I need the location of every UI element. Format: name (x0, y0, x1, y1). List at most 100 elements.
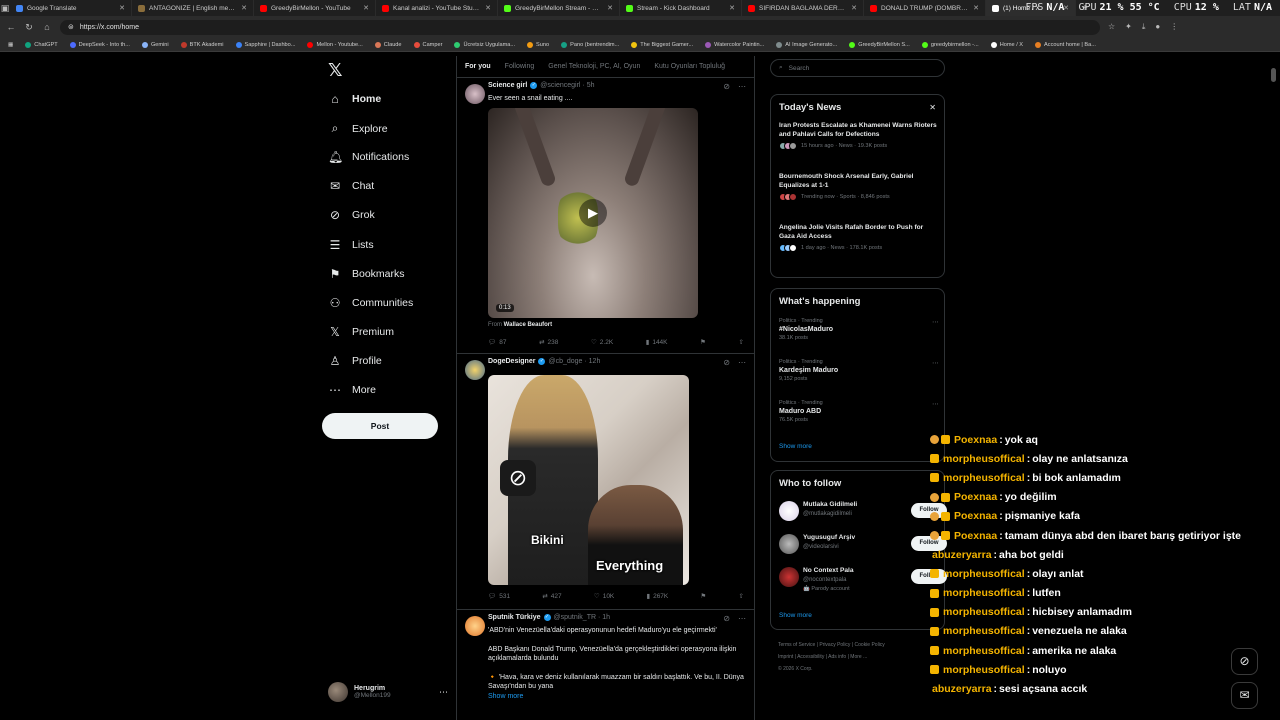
bookmark-item[interactable]: GreedyBirMellon S... (849, 41, 910, 48)
bookmark-item[interactable]: greedybirmellon -... (921, 41, 979, 48)
like-button[interactable]: ♡ 2.2K (591, 338, 613, 346)
x-logo[interactable]: 𝕏 (328, 60, 343, 81)
avatar[interactable] (779, 567, 799, 587)
chat-username[interactable]: morpheusoffical (943, 645, 1025, 657)
footer-link[interactable]: Imprint (778, 654, 793, 660)
source-name[interactable]: Wallace Beaufort (504, 322, 552, 328)
nav-item-more[interactable]: ⋯ More (328, 383, 376, 397)
follow-suggestion[interactable]: No Context Pala @nocontextpala Follow 🤖 Par… (779, 565, 947, 593)
nav-item-notifications[interactable]: 🔔︎ Notifications (328, 150, 409, 164)
footer-link[interactable]: Ads info (828, 654, 846, 660)
close-icon[interactable]: ✕ (851, 4, 857, 12)
avatar[interactable] (465, 360, 485, 380)
more-icon[interactable]: ⋯ (932, 318, 939, 326)
messages-float-icon[interactable]: ✉ (1231, 682, 1258, 709)
bookmark-item[interactable]: DeepSeek - Into th... (69, 41, 130, 48)
tab-menu-icon[interactable]: ▣ (0, 3, 10, 14)
chat-username[interactable]: morpheusoffical (943, 453, 1025, 465)
post-sputnik[interactable]: Sputnik Türkiye ✓ @sputnik_TR · 1h ⊘ ⋯ '… (457, 610, 754, 720)
footer-link[interactable]: More ... (850, 654, 867, 660)
tab-community-tech[interactable]: Genel Teknoloji, PC, AI, Oyun (548, 63, 640, 70)
news-item[interactable]: Iran Protests Escalate as Khamenei Warns… (779, 121, 939, 150)
back-icon[interactable]: ← (6, 22, 16, 32)
bookmark-item[interactable]: BTK Akademi (180, 41, 224, 48)
bookmark-item[interactable]: Home / X (990, 41, 1023, 48)
avatar[interactable] (465, 84, 485, 104)
views-button[interactable]: ▮ 144K (646, 338, 668, 346)
menu-icon[interactable]: ⋮ (1170, 22, 1178, 32)
bookmark-item[interactable]: Gemini (141, 41, 169, 48)
views-button[interactable]: ▮ 267K (647, 592, 669, 600)
bookmark-item[interactable]: ChatGPT (25, 41, 58, 48)
reply-button[interactable]: 💬︎ 531 (488, 592, 510, 600)
bookmark-item[interactable]: Camper (413, 41, 442, 48)
author-name[interactable]: DogeDesigner (488, 358, 535, 365)
more-icon[interactable]: ⋯ (439, 687, 448, 698)
author-handle[interactable]: @cb_doge · 12h (548, 358, 600, 365)
nav-item-explore[interactable]: ⌕ Explore (328, 121, 388, 136)
chat-username[interactable]: morpheusoffical (943, 587, 1025, 599)
tab-for-you[interactable]: For you (465, 63, 491, 70)
page-scrollbar[interactable] (1271, 56, 1276, 720)
nav-item-communities[interactable]: ⚇ Communities (328, 296, 414, 310)
home-icon[interactable]: ⌂ (42, 22, 52, 32)
close-icon[interactable]: ✕ (973, 4, 979, 12)
bookmark-item[interactable]: Ücretsiz Uygulama... (454, 41, 515, 48)
show-more-link[interactable]: Show more (488, 692, 746, 702)
apps-icon[interactable]: ▦ (8, 42, 13, 48)
follow-suggestion[interactable]: Mutlaka Gidilmeli @mutlakagidilmeli Follow (779, 499, 947, 527)
image-meme[interactable]: ⊘ Bikini Everything (488, 375, 689, 585)
chat-username[interactable]: abuzeryarra (932, 683, 992, 695)
browser-tab[interactable]: SIFIRDAN BAĞLAMA DERSİ 7 ( BU... ✕ (742, 0, 864, 16)
close-icon[interactable]: ✕ (485, 4, 491, 12)
follow-suggestion[interactable]: Yugusuguf Arşiv @videolarsivi Follow (779, 532, 947, 560)
search-input[interactable]: ⌕ Search (770, 59, 945, 77)
post-science-girl[interactable]: Science girl ✓ @sciencegirl · 5h ⊘ ⋯ Eve… (457, 78, 754, 354)
nav-item-premium[interactable]: 𝕏 Premium (328, 325, 394, 339)
bookmark-item[interactable]: The Biggest Gamer... (631, 41, 693, 48)
trend-item[interactable]: Politics · Trending Kardeşim Maduro 9,152 … (779, 359, 939, 382)
close-icon[interactable]: ✕ (729, 4, 735, 12)
footer-link[interactable]: Privacy Policy (819, 642, 850, 648)
nav-item-chat[interactable]: ✉ Chat (328, 179, 374, 193)
footer-link[interactable]: © 2026 X Corp. (778, 666, 813, 672)
nav-item-bookmarks[interactable]: ⚑ Bookmarks (328, 267, 405, 281)
bookmark-icon[interactable]: ⚑ (700, 592, 706, 600)
like-button[interactable]: ♡ 10K (594, 592, 614, 600)
grok-icon[interactable]: ⊘ (723, 358, 730, 367)
close-icon[interactable]: ✕ (241, 4, 247, 12)
post-button[interactable]: Post (322, 413, 438, 439)
author-handle[interactable]: @sciencegirl · 5h (540, 82, 594, 89)
chat-username[interactable]: morpheusoffical (943, 625, 1025, 637)
chat-username[interactable]: Poexnaa (954, 530, 997, 542)
avatar[interactable] (465, 616, 485, 636)
chat-username[interactable]: morpheusoffical (943, 568, 1025, 580)
chat-username[interactable]: morpheusoffical (943, 664, 1025, 676)
more-icon[interactable]: ⋯ (932, 400, 939, 408)
reply-button[interactable]: 💬︎ 87 (488, 338, 507, 346)
browser-tab[interactable]: Kanal analizi - YouTube Studio ✕ (376, 0, 498, 16)
avatar[interactable] (779, 534, 799, 554)
nav-item-home[interactable]: ⌂ Home (328, 92, 381, 106)
bookmark-item[interactable]: Pano (bentrendim... (561, 41, 619, 48)
grok-icon[interactable]: ⊘ (723, 82, 730, 91)
author-handle[interactable]: @sputnik_TR · 1h (554, 614, 611, 621)
extension-icon[interactable]: ✦ (1125, 22, 1132, 32)
reload-icon[interactable]: ↻ (24, 22, 34, 33)
browser-tab[interactable]: DONALD TRUMP (DOMBRA TRAP... ✕ (864, 0, 986, 16)
bookmark-item[interactable]: AI Image Generato... (776, 41, 837, 48)
browser-tab[interactable]: ANTAGONIZE | English meaning ... ✕ (132, 0, 254, 16)
tab-community-games[interactable]: Kutu Oyunları Topluluğ (654, 63, 725, 70)
browser-tab[interactable]: GreedyBirMellon - YouTube ✕ (254, 0, 376, 16)
footer-link[interactable]: Accessibility (797, 654, 824, 660)
close-icon[interactable]: ✕ (929, 103, 936, 112)
bookmark-item[interactable]: Mellon - Youtube... (307, 41, 363, 48)
chat-username[interactable]: morpheusoffical (943, 472, 1025, 484)
video-thumbnail[interactable]: ▶ 0:13 (488, 108, 698, 318)
star-icon[interactable]: ☆ (1108, 22, 1115, 32)
show-more-link[interactable]: Show more (779, 612, 812, 619)
nav-item-lists[interactable]: ☰ Lists (328, 238, 374, 252)
chat-username[interactable]: Poexnaa (954, 510, 997, 522)
chat-username[interactable]: morpheusoffical (943, 606, 1025, 618)
trend-item[interactable]: Politics · Trending Maduro ABD 76.5K posts… (779, 400, 939, 423)
